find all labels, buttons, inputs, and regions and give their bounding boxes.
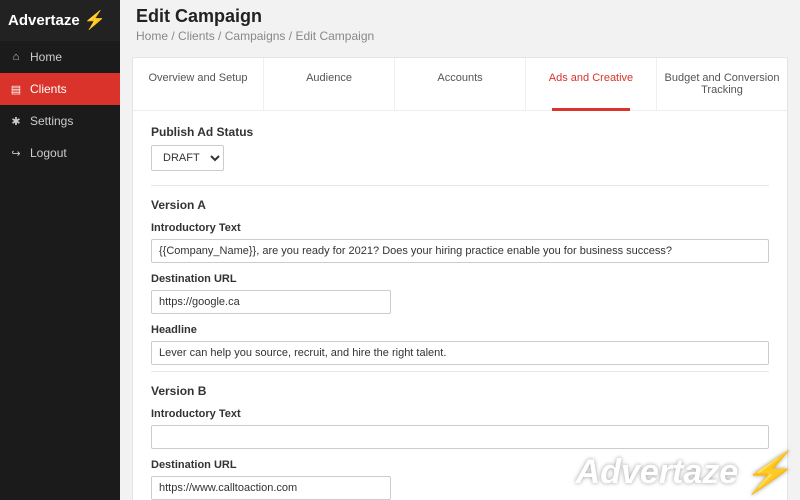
crumb[interactable]: Home: [136, 29, 168, 43]
intro-input-a[interactable]: [151, 239, 769, 263]
headline-label-a: Headline: [151, 324, 769, 336]
campaign-card: Overview and Setup Audience Accounts Ads…: [132, 57, 788, 500]
home-icon: ⌂: [10, 51, 22, 63]
main-content: Edit Campaign Home / Clients / Campaigns…: [120, 0, 800, 500]
page-title: Edit Campaign: [136, 6, 784, 27]
gear-icon: ✱: [10, 115, 22, 128]
publish-status-select[interactable]: DRAFT: [151, 145, 224, 171]
intro-label-a: Introductory Text: [151, 222, 769, 234]
headline-input-a[interactable]: [151, 341, 769, 365]
tab-pane-ads: Publish Ad Status DRAFT Version A Introd…: [133, 111, 787, 500]
version-a: Version A Introductory Text Destination …: [151, 185, 769, 365]
sidebar-item-home[interactable]: ⌂ Home: [0, 41, 120, 73]
tab-audience[interactable]: Audience: [264, 58, 395, 110]
url-input-b[interactable]: [151, 476, 391, 500]
brand-text: Advertaze: [8, 12, 80, 29]
page-header: Edit Campaign Home / Clients / Campaigns…: [120, 0, 800, 53]
tab-ads-creative[interactable]: Ads and Creative: [526, 58, 657, 110]
publish-status-block: Publish Ad Status DRAFT: [151, 125, 769, 171]
brand: Advertaze ⚡: [0, 0, 120, 41]
intro-input-b[interactable]: [151, 425, 769, 449]
sidebar-item-label: Clients: [30, 82, 67, 96]
sidebar-item-logout[interactable]: ↪ Logout: [0, 137, 120, 169]
intro-label-b: Introductory Text: [151, 408, 769, 420]
list-icon: ▤: [10, 83, 22, 96]
tab-accounts[interactable]: Accounts: [395, 58, 526, 110]
crumb-current: Edit Campaign: [295, 29, 374, 43]
tab-bar: Overview and Setup Audience Accounts Ads…: [133, 58, 787, 111]
url-label-a: Destination URL: [151, 273, 769, 285]
sidebar-item-settings[interactable]: ✱ Settings: [0, 105, 120, 137]
breadcrumb: Home / Clients / Campaigns / Edit Campai…: [136, 29, 784, 43]
logout-icon: ↪: [10, 147, 22, 160]
app-root: Advertaze ⚡ ⌂ Home ▤ Clients ✱ Settings …: [0, 0, 800, 500]
sidebar-item-label: Settings: [30, 114, 73, 128]
sidebar-item-label: Logout: [30, 146, 67, 160]
version-b: Version B Introductory Text Destination …: [151, 371, 769, 500]
url-label-b: Destination URL: [151, 459, 769, 471]
crumb[interactable]: Campaigns: [225, 29, 286, 43]
publish-status-label: Publish Ad Status: [151, 125, 769, 139]
sidebar-item-label: Home: [30, 50, 62, 64]
url-input-a[interactable]: [151, 290, 391, 314]
tab-budget[interactable]: Budget and Conversion Tracking: [657, 58, 787, 110]
version-a-title: Version A: [151, 198, 769, 212]
sidebar: Advertaze ⚡ ⌂ Home ▤ Clients ✱ Settings …: [0, 0, 120, 500]
bolt-icon: ⚡: [84, 10, 106, 31]
sidebar-item-clients[interactable]: ▤ Clients: [0, 73, 120, 105]
version-b-title: Version B: [151, 384, 769, 398]
tab-overview[interactable]: Overview and Setup: [133, 58, 264, 110]
sidebar-nav: ⌂ Home ▤ Clients ✱ Settings ↪ Logout: [0, 41, 120, 169]
crumb[interactable]: Clients: [178, 29, 215, 43]
